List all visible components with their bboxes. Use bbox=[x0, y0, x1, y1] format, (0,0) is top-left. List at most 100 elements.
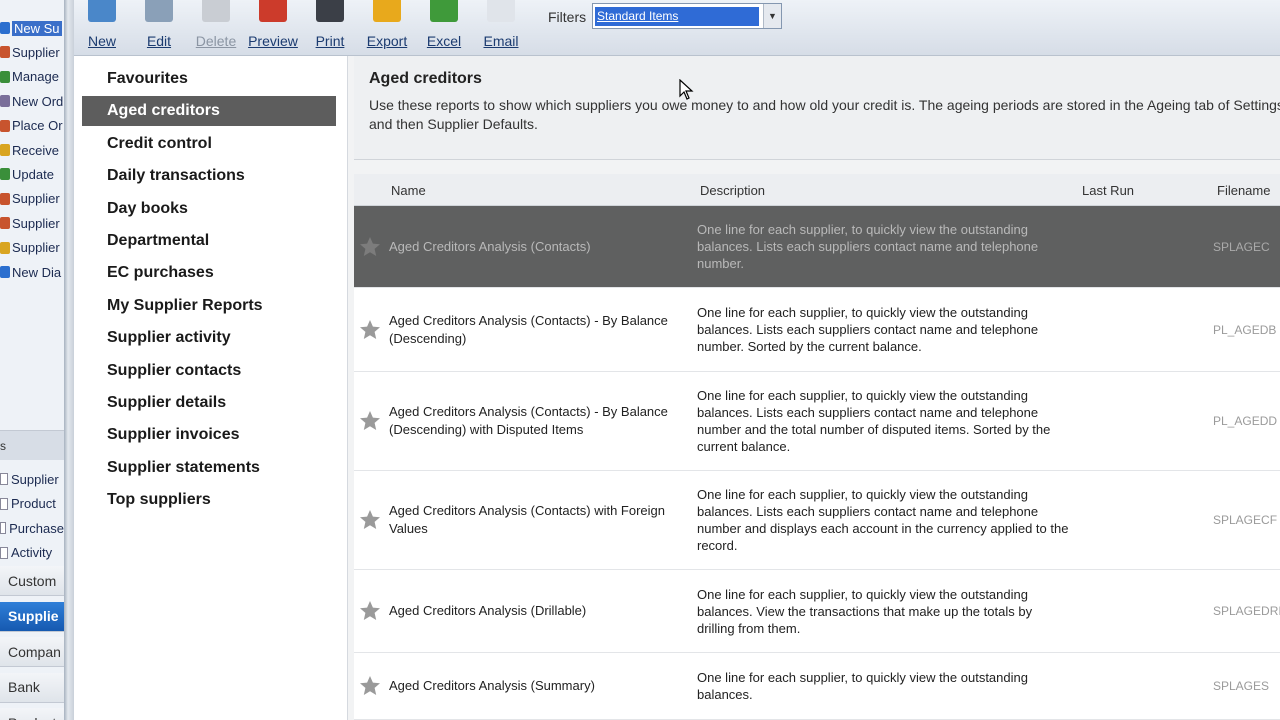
email-icon bbox=[487, 0, 515, 22]
task-link[interactable]: Place Or bbox=[0, 115, 64, 137]
link-item[interactable]: Product bbox=[0, 493, 64, 515]
task-link[interactable]: Manage bbox=[0, 66, 64, 88]
document-icon bbox=[0, 546, 8, 559]
links-section-header[interactable]: s bbox=[0, 430, 64, 460]
toolbar-button-label: Excel bbox=[426, 33, 462, 49]
toolbar-button-label: Export bbox=[366, 33, 408, 49]
task-link[interactable]: New Su bbox=[0, 17, 64, 39]
category-item[interactable]: Top suppliers bbox=[82, 485, 336, 515]
task-link[interactable]: New Dia bbox=[0, 261, 64, 283]
report-filename: PL_AGEDB bbox=[1213, 322, 1277, 337]
chevron-down-icon[interactable]: ▼ bbox=[763, 4, 781, 28]
edit-button[interactable]: Edit bbox=[131, 0, 187, 54]
task-link[interactable]: New Ord bbox=[0, 90, 64, 112]
favourite-star-icon[interactable] bbox=[358, 674, 382, 698]
category-item[interactable]: Day books bbox=[82, 194, 336, 224]
document-icon bbox=[0, 497, 8, 510]
link-item[interactable]: Purchase bbox=[0, 517, 64, 539]
task-icon bbox=[0, 70, 10, 83]
category-item[interactable]: Supplier details bbox=[82, 388, 336, 418]
favourite-star-icon[interactable] bbox=[358, 318, 382, 342]
tasks-pane: New Su Supplier Manage New Ord Place Or Recei… bbox=[0, 0, 64, 720]
favourite-star-icon[interactable] bbox=[358, 409, 382, 433]
report-description: One line for each supplier, to quickly v… bbox=[697, 222, 1039, 271]
category-item[interactable]: Daily transactions bbox=[82, 161, 336, 191]
report-row[interactable]: Aged Creditors Analysis (Drillable) One l… bbox=[354, 570, 1280, 653]
task-link[interactable]: Supplier bbox=[0, 41, 64, 63]
task-label: Supplier bbox=[12, 240, 60, 256]
nav-module-button[interactable]: Product bbox=[0, 708, 64, 720]
reports-table: Name Description Last Run Filename Aged … bbox=[354, 174, 1280, 720]
category-item[interactable]: Supplier statements bbox=[82, 453, 336, 483]
favourite-star-icon[interactable] bbox=[358, 599, 382, 623]
report-row[interactable]: Aged Creditors Analysis (Contacts) One li… bbox=[354, 206, 1280, 288]
delete-button[interactable]: Delete bbox=[188, 0, 244, 54]
toolbar-button-label: New bbox=[87, 33, 116, 49]
category-item[interactable]: Credit control bbox=[82, 129, 336, 159]
filters-label: Filters bbox=[548, 9, 587, 25]
task-label: Manage bbox=[12, 69, 59, 85]
favourite-star-icon[interactable] bbox=[358, 508, 382, 532]
category-item[interactable]: Favourites bbox=[82, 64, 336, 94]
nav-module-button[interactable]: Supplie bbox=[0, 601, 64, 632]
task-icon bbox=[0, 144, 10, 156]
task-link[interactable]: Receive bbox=[0, 139, 64, 161]
category-item[interactable]: Supplier invoices bbox=[82, 420, 336, 450]
column-header-description[interactable]: Description bbox=[700, 183, 765, 198]
column-header-last-run[interactable]: Last Run bbox=[1082, 183, 1134, 198]
report-description: One line for each supplier, to quickly v… bbox=[697, 305, 1039, 354]
new-button[interactable]: New bbox=[74, 0, 130, 54]
nav-module-button[interactable]: Compan bbox=[0, 637, 64, 667]
nav-module-button[interactable]: Bank bbox=[0, 672, 64, 703]
task-link[interactable]: Supplier bbox=[0, 212, 64, 234]
report-row[interactable]: Aged Creditors Analysis (Summary) One lin… bbox=[354, 653, 1280, 720]
email-button[interactable]: Email bbox=[473, 0, 529, 54]
report-description: One line for each supplier, to quickly v… bbox=[697, 670, 1028, 702]
excel-button[interactable]: Excel bbox=[416, 0, 472, 54]
report-name: Aged Creditors Analysis (Contacts) - By … bbox=[389, 312, 668, 346]
print-button[interactable]: Print bbox=[302, 0, 358, 54]
print-icon bbox=[316, 0, 344, 22]
task-link[interactable]: Supplier bbox=[0, 188, 64, 210]
report-row[interactable]: Aged Creditors Analysis (Contacts) - By … bbox=[354, 288, 1280, 372]
reports-main: Aged creditors Use these reports to show… bbox=[348, 56, 1280, 720]
task-label: New Ord bbox=[12, 93, 64, 109]
task-icon bbox=[0, 22, 10, 34]
report-filename: SPLAGEDRI bbox=[1213, 604, 1280, 618]
task-label: Receive bbox=[12, 142, 59, 158]
link-item[interactable]: Activity bbox=[0, 542, 64, 564]
nav-module-button[interactable]: Custom bbox=[0, 566, 64, 596]
link-item[interactable]: Supplier bbox=[0, 468, 64, 490]
filters-dropdown[interactable]: Standard Items ▼ bbox=[592, 3, 782, 29]
export-icon bbox=[373, 0, 401, 22]
report-description: One line for each supplier, to quickly v… bbox=[697, 388, 1051, 454]
new-icon bbox=[88, 0, 116, 22]
task-link[interactable]: Supplier bbox=[0, 237, 64, 259]
task-icon bbox=[0, 266, 10, 278]
task-label: Supplier bbox=[12, 215, 60, 231]
link-label: Purchase bbox=[9, 520, 64, 536]
task-label: Supplier bbox=[12, 191, 60, 207]
category-item[interactable]: Supplier activity bbox=[82, 323, 336, 353]
preview-button[interactable]: Preview bbox=[245, 0, 301, 54]
task-icon bbox=[0, 192, 10, 205]
task-icon bbox=[0, 95, 10, 108]
pane-splitter[interactable] bbox=[64, 0, 74, 720]
favourite-star-icon[interactable] bbox=[358, 235, 382, 259]
category-item[interactable]: My Supplier Reports bbox=[82, 291, 336, 321]
category-item[interactable]: Supplier contacts bbox=[82, 356, 336, 386]
export-button[interactable]: Export bbox=[359, 0, 415, 54]
category-item[interactable]: Departmental bbox=[82, 226, 336, 256]
excel-icon bbox=[430, 0, 458, 22]
category-item[interactable]: Aged creditors bbox=[82, 96, 336, 127]
report-row[interactable]: Aged Creditors Analysis (Contacts) with … bbox=[354, 471, 1280, 570]
column-header-filename[interactable]: Filename bbox=[1217, 183, 1270, 198]
section-title: Aged creditors bbox=[369, 70, 482, 87]
report-name: Aged Creditors Analysis (Contacts) bbox=[389, 238, 591, 254]
task-label: New Dia bbox=[12, 264, 62, 280]
task-link[interactable]: Update bbox=[0, 163, 64, 185]
report-filename: SPLAGECF bbox=[1213, 513, 1278, 527]
category-item[interactable]: EC purchases bbox=[82, 258, 336, 288]
report-row[interactable]: Aged Creditors Analysis (Contacts) - By … bbox=[354, 372, 1280, 471]
column-header-name[interactable]: Name bbox=[391, 183, 426, 198]
